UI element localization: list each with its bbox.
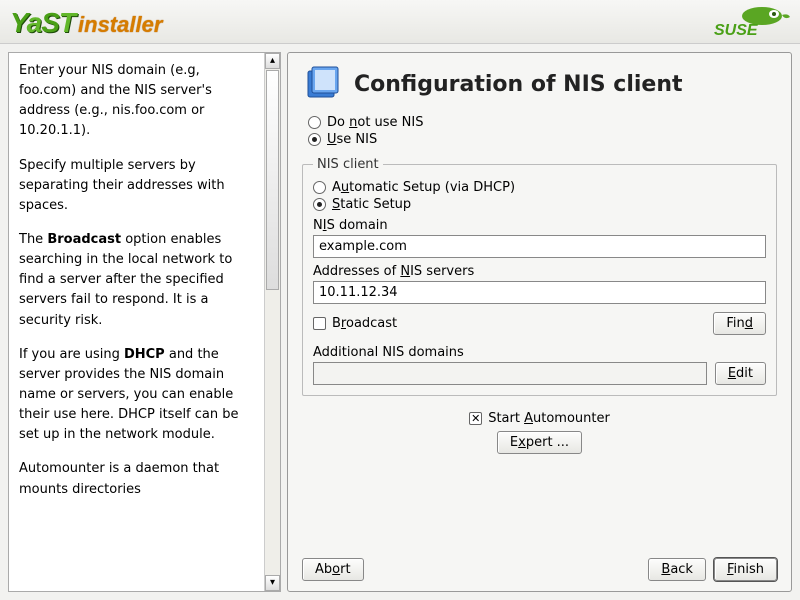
edit-button[interactable]: Edit xyxy=(715,362,766,385)
back-button[interactable]: Back xyxy=(648,558,706,581)
nis-servers-label: Addresses of NIS servers xyxy=(313,264,766,279)
svg-text:SUSE: SUSE xyxy=(714,22,759,39)
help-scrollbar[interactable]: ▴ ▾ xyxy=(264,53,280,591)
help-text: Enter your NIS domain (e.g, foo.com) and… xyxy=(9,53,264,591)
page-title: Configuration of NIS client xyxy=(354,72,683,97)
scroll-up-icon[interactable]: ▴ xyxy=(265,53,280,69)
radio-use-nis[interactable]: Use NIS xyxy=(308,132,777,147)
nis-servers-input[interactable] xyxy=(313,281,766,304)
nis-domain-label: NIS domain xyxy=(313,218,766,233)
radio-static-setup[interactable]: Static Setup xyxy=(313,197,766,212)
radio-auto-setup[interactable]: Automatic Setup (via DHCP) xyxy=(313,180,766,195)
yast-logo: YaSTinstaller xyxy=(10,7,162,39)
header: YaSTinstaller SUSE xyxy=(0,0,800,44)
nis-client-legend: NIS client xyxy=(313,157,383,172)
radio-do-not-use-nis[interactable]: Do not use NIS xyxy=(308,115,777,130)
broadcast-checkbox[interactable]: Broadcast xyxy=(313,316,397,331)
nis-domain-input[interactable] xyxy=(313,235,766,258)
book-icon xyxy=(302,63,344,105)
nis-client-group: NIS client Automatic Setup (via DHCP) St… xyxy=(302,157,777,396)
abort-button[interactable]: Abort xyxy=(302,558,364,581)
additional-domains-input[interactable] xyxy=(313,362,707,385)
expert-button[interactable]: Expert ... xyxy=(497,431,582,454)
finish-button[interactable]: Finish xyxy=(714,558,777,581)
additional-domains-label: Additional NIS domains xyxy=(313,345,766,360)
help-panel: Enter your NIS domain (e.g, foo.com) and… xyxy=(8,52,281,592)
find-button[interactable]: Find xyxy=(713,312,766,335)
config-panel: Configuration of NIS client Do not use N… xyxy=(287,52,792,592)
automounter-checkbox[interactable]: Start Automounter xyxy=(469,411,610,426)
suse-logo: SUSE xyxy=(710,5,790,41)
scroll-down-icon[interactable]: ▾ xyxy=(265,575,280,591)
scroll-thumb[interactable] xyxy=(266,70,279,290)
